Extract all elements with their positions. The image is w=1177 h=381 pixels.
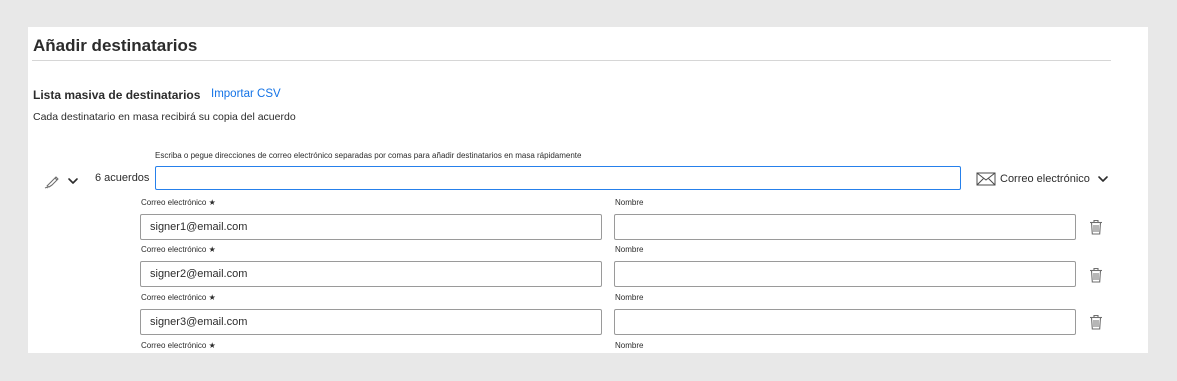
name-field-label: Nombre: [615, 293, 644, 302]
name-field[interactable]: [614, 309, 1076, 335]
email-field-label: Correo electrónico ★: [141, 198, 216, 207]
pen-sign-icon[interactable]: [44, 173, 60, 189]
email-field-label: Correo electrónico ★: [141, 245, 216, 254]
trash-icon[interactable]: [1089, 267, 1103, 283]
email-field-label: Correo electrónico ★: [141, 341, 216, 350]
envelope-icon: [976, 172, 996, 186]
email-field[interactable]: [140, 309, 602, 335]
title-divider: [32, 60, 1111, 61]
bulk-input-hint: Escriba o pegue direcciones de correo el…: [155, 151, 582, 160]
trash-icon[interactable]: [1089, 314, 1103, 330]
email-field[interactable]: [140, 214, 602, 240]
email-field-label: Correo electrónico ★: [141, 293, 216, 302]
import-csv-link[interactable]: Importar CSV: [211, 88, 281, 100]
name-field-label: Nombre: [615, 341, 644, 350]
bulk-recipients-input[interactable]: [155, 166, 961, 190]
email-field[interactable]: [140, 261, 602, 287]
add-recipients-panel: Añadir destinatarios Lista masiva de des…: [28, 27, 1148, 353]
role-chevron-down-icon[interactable]: [66, 175, 80, 187]
agreement-count: 6 acuerdos: [95, 172, 150, 184]
chevron-down-icon: [1098, 176, 1108, 182]
name-field-label: Nombre: [615, 245, 644, 254]
delivery-method-label: Correo electrónico: [1000, 173, 1090, 185]
trash-icon[interactable]: [1089, 219, 1103, 235]
page-title: Añadir destinatarios: [33, 36, 198, 55]
name-field-label: Nombre: [615, 198, 644, 207]
bulk-section-description: Cada destinatario en masa recibirá su co…: [33, 111, 296, 123]
name-field[interactable]: [614, 214, 1076, 240]
bulk-section-title: Lista masiva de destinatarios: [33, 88, 201, 102]
name-field[interactable]: [614, 261, 1076, 287]
delivery-method-dropdown[interactable]: Correo electrónico: [976, 170, 1109, 188]
